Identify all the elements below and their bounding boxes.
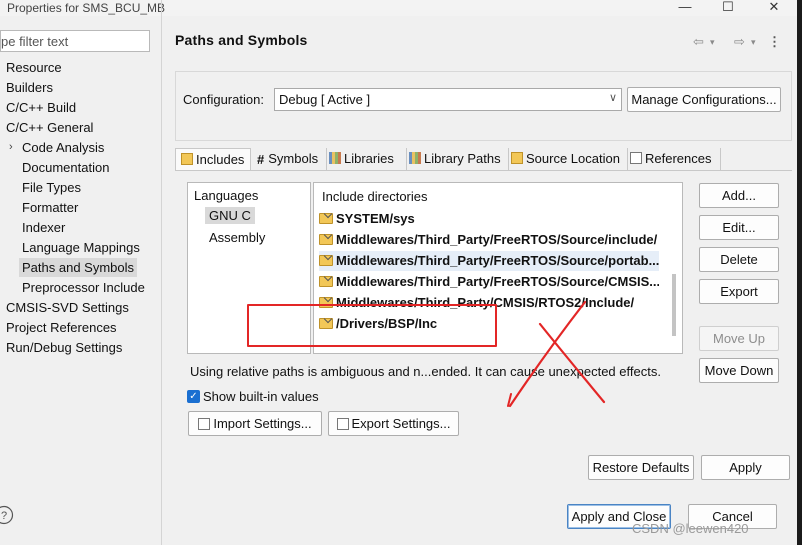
show-builtin-checkbox[interactable]: ✓ (187, 390, 200, 403)
tab-libraries[interactable]: Libraries (327, 148, 407, 170)
sidebar-item-file-types[interactable]: File Types (22, 178, 81, 197)
sidebar-item-indexer[interactable]: Indexer (22, 218, 65, 237)
library-paths-icon (409, 152, 421, 164)
include-row[interactable]: Middlewares/Third_Party/FreeRTOS/Source/… (319, 272, 659, 292)
minimize-button[interactable]: — (670, 0, 700, 16)
sidebar-item-paths-and-symbols[interactable]: Paths and Symbols (19, 258, 138, 277)
manage-configurations-button[interactable]: Manage Configurations... (627, 87, 781, 112)
move-down-button[interactable]: Move Down (699, 358, 779, 383)
annotation-rectangle (247, 304, 497, 347)
move-up-button[interactable]: Move Up (699, 326, 779, 351)
back-icon[interactable]: ⇦ (693, 34, 704, 50)
restore-defaults-button[interactable]: Restore Defaults (588, 455, 694, 480)
sidebar-item-cpp-general[interactable]: C/C++ General (6, 118, 93, 137)
watermark: CSDN @leewen420 (632, 521, 749, 536)
include-folder-icon (319, 234, 333, 245)
show-builtin-label: Show built-in values (203, 389, 319, 404)
view-menu-icon[interactable]: ⋮ (768, 34, 781, 50)
export-settings-button[interactable]: Export Settings... (328, 411, 459, 436)
maximize-button[interactable]: ☐ (713, 0, 743, 16)
filter-input[interactable]: pe filter text (0, 30, 150, 52)
tab-includes[interactable]: Includes (175, 148, 251, 170)
chevron-down-icon: ∨ (608, 92, 617, 104)
libraries-icon (329, 152, 341, 164)
delete-button[interactable]: Delete (699, 247, 779, 272)
sidebar-item-builders[interactable]: Builders (6, 78, 53, 97)
hash-icon: # (257, 152, 265, 167)
chevron-right-icon[interactable]: › (9, 141, 13, 153)
annotation-cross-icon (507, 300, 606, 408)
sidebar-item-language-mappings[interactable]: Language Mappings (22, 238, 140, 257)
tab-library-paths[interactable]: Library Paths (407, 148, 509, 170)
sidebar-item-project-references[interactable]: Project References (6, 318, 117, 337)
include-row[interactable]: Middlewares/Third_Party/FreeRTOS/Source/… (319, 230, 659, 250)
tab-symbols[interactable]: # Symbols (253, 148, 327, 170)
tab-references[interactable]: References (628, 148, 721, 170)
includes-icon (181, 153, 193, 165)
add-button[interactable]: Add... (699, 183, 779, 208)
edit-button[interactable]: Edit... (699, 215, 779, 240)
configuration-label: Configuration: (183, 92, 264, 107)
include-list-scrollbar[interactable] (672, 274, 676, 336)
import-settings-button[interactable]: Import Settings... (188, 411, 322, 436)
export-button[interactable]: Export (699, 279, 779, 304)
languages-header: Languages (194, 188, 259, 203)
close-button[interactable]: ✕ (759, 0, 789, 16)
page-title: Paths and Symbols (175, 32, 308, 48)
svg-text:?: ? (1, 510, 7, 522)
references-icon (630, 152, 642, 164)
language-item-gnu-c[interactable]: GNU C (205, 207, 255, 224)
configuration-select[interactable]: Debug [ Active ] ∨ (274, 88, 622, 111)
include-directories-header: Include directories (322, 189, 428, 204)
export-settings-icon (336, 418, 349, 430)
tab-source-location[interactable]: Source Location (509, 148, 628, 170)
forward-icon[interactable]: ⇨ (734, 34, 745, 50)
sidebar-item-preprocessor-include[interactable]: Preprocessor Include (22, 278, 145, 297)
background-strip (797, 0, 802, 545)
include-row[interactable]: Middlewares/Third_Party/FreeRTOS/Source/… (319, 251, 659, 271)
help-icon[interactable]: ? (0, 505, 16, 525)
sidebar-item-cpp-build[interactable]: C/C++ Build (6, 98, 76, 117)
language-item-assembly[interactable]: Assembly (209, 230, 265, 245)
sidebar-item-code-analysis[interactable]: Code Analysis (22, 138, 104, 157)
import-icon (198, 418, 211, 430)
sidebar-item-resource[interactable]: Resource (6, 58, 62, 77)
apply-button[interactable]: Apply (701, 455, 790, 480)
source-folder-icon (511, 152, 523, 164)
configuration-value: Debug [ Active ] (279, 92, 371, 107)
include-folder-icon (319, 255, 333, 266)
sidebar-item-run-debug[interactable]: Run/Debug Settings (6, 338, 122, 357)
tab-underline (175, 170, 792, 171)
include-folder-icon (319, 276, 333, 287)
include-row[interactable]: SYSTEM/sys (319, 209, 659, 229)
forward-dropdown-icon[interactable]: ▾ (751, 37, 756, 48)
back-dropdown-icon[interactable]: ▾ (710, 37, 715, 48)
sidebar-item-cmsis-svd[interactable]: CMSIS-SVD Settings (6, 298, 129, 317)
sidebar-item-documentation[interactable]: Documentation (22, 158, 109, 177)
sidebar-item-formatter[interactable]: Formatter (22, 198, 78, 217)
include-folder-icon (319, 213, 333, 224)
